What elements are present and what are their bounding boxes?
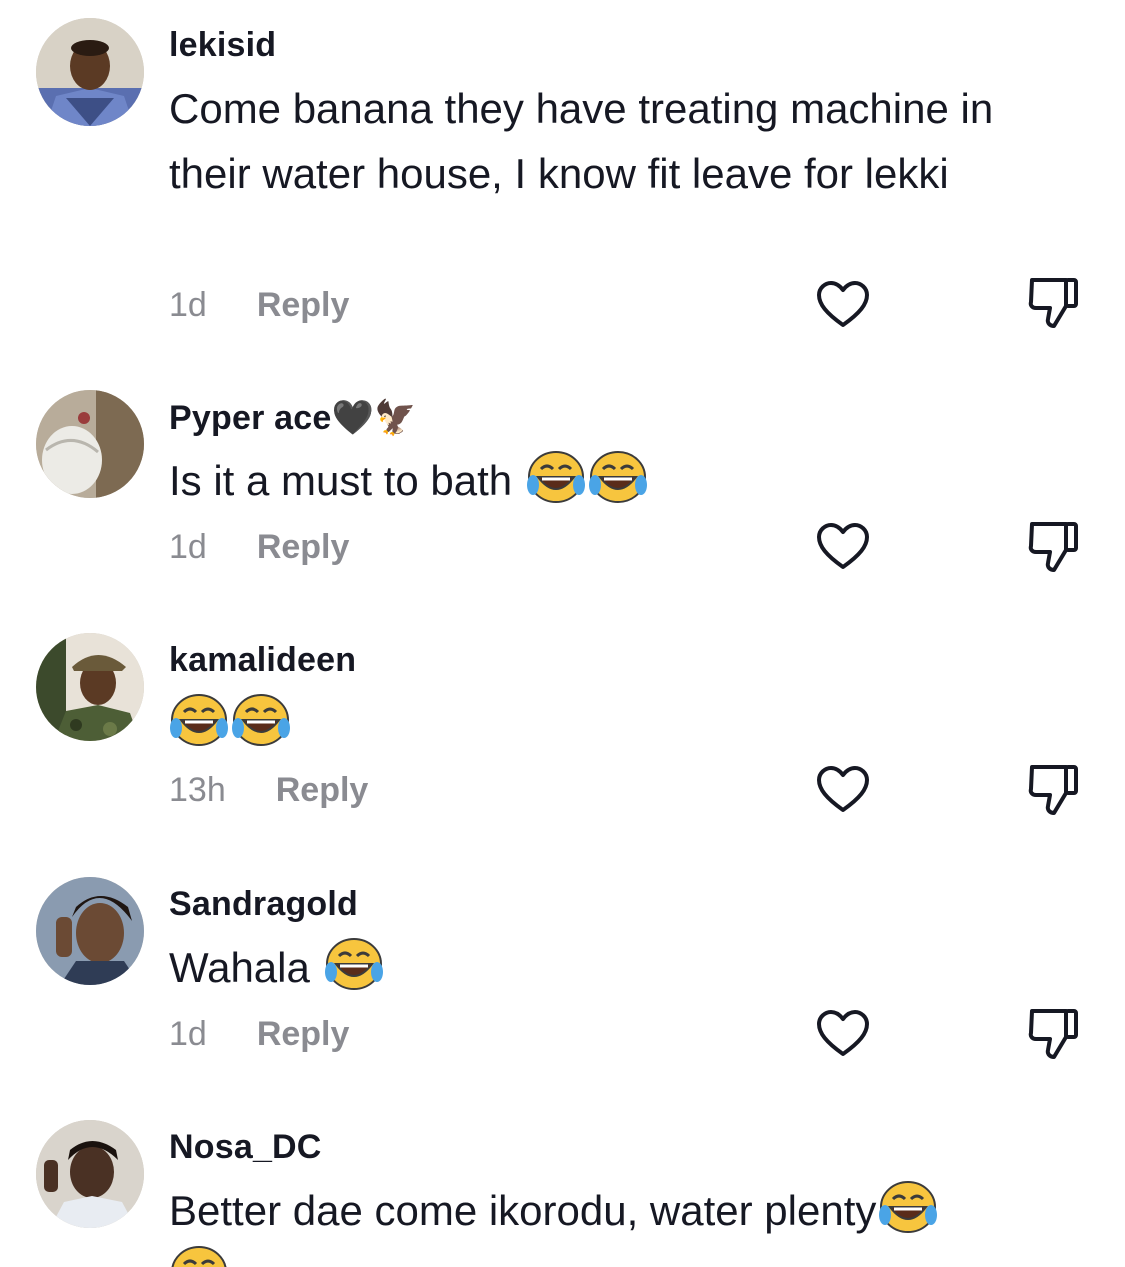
comment-item: Pyper ace🖤🦅 Is it a must to bath 1d Reply (0, 390, 1125, 600)
reply-button[interactable]: Reply (257, 528, 350, 566)
comment-username[interactable]: Pyper ace🖤🦅 (169, 398, 417, 438)
thumbs-down-outline-icon[interactable] (1026, 276, 1080, 330)
face-with-tears-of-joy-emoji (324, 936, 384, 992)
reply-button[interactable]: Reply (257, 286, 350, 324)
thumbs-down-outline-icon[interactable] (1026, 520, 1080, 574)
face-with-tears-of-joy-emoji (526, 449, 586, 505)
comment-text-content: Is it a must to bath (169, 457, 513, 504)
comment-meta: 1d Reply (169, 286, 349, 325)
face-with-tears-of-joy-emoji (169, 692, 229, 748)
comment-meta: 13h Reply (169, 771, 368, 810)
reply-button[interactable]: Reply (276, 771, 369, 809)
comment-text: Wahala (169, 935, 1059, 1000)
face-with-tears-of-joy-emoji (588, 449, 648, 505)
comment-item: lekisid Come banana they have treating m… (0, 18, 1125, 348)
face-with-tears-of-joy-emoji (169, 1244, 229, 1267)
comment-timestamp: 13h (169, 771, 226, 809)
comment-timestamp: 1d (169, 1015, 207, 1053)
avatar[interactable] (36, 390, 144, 498)
face-with-tears-of-joy-emoji (231, 692, 291, 748)
face-with-tears-of-joy-emoji (878, 1179, 938, 1235)
comment-item: Sandragold Wahala 1d Reply (0, 877, 1125, 1087)
heart-outline-icon[interactable] (816, 280, 870, 330)
heart-outline-icon[interactable] (816, 765, 870, 815)
heart-outline-icon[interactable] (816, 522, 870, 572)
comment-username[interactable]: Nosa_DC (169, 1128, 322, 1167)
comment-text: Better dae come ikorodu, water plenty (169, 1178, 1059, 1267)
comment-item: kamalideen 13h Reply (0, 633, 1125, 843)
comment-username[interactable]: lekisid (169, 26, 276, 65)
comment-text-content: Better dae come ikorodu, water plenty (169, 1187, 877, 1234)
avatar[interactable] (36, 1120, 144, 1228)
comment-text: Is it a must to bath (169, 448, 1059, 513)
avatar[interactable] (36, 18, 144, 126)
comment-text (169, 691, 1059, 756)
comment-text: Come banana they have treating machine i… (169, 85, 994, 197)
heart-outline-icon[interactable] (816, 1009, 870, 1059)
reply-button[interactable]: Reply (257, 1015, 350, 1053)
comment-meta: 1d Reply (169, 528, 349, 567)
comment-username[interactable]: kamalideen (169, 641, 356, 680)
comment-meta: 1d Reply (169, 1015, 349, 1054)
avatar[interactable] (36, 877, 144, 985)
comment-item: Nosa_DC Better dae come ikorodu, water p… (0, 1120, 1125, 1267)
thumbs-down-outline-icon[interactable] (1026, 1007, 1080, 1061)
avatar[interactable] (36, 633, 144, 741)
thumbs-down-outline-icon[interactable] (1026, 763, 1080, 817)
comment-timestamp: 1d (169, 528, 207, 566)
comment-text-content: Wahala (169, 944, 310, 991)
comment-username[interactable]: Sandragold (169, 885, 358, 924)
comment-timestamp: 1d (169, 286, 207, 324)
